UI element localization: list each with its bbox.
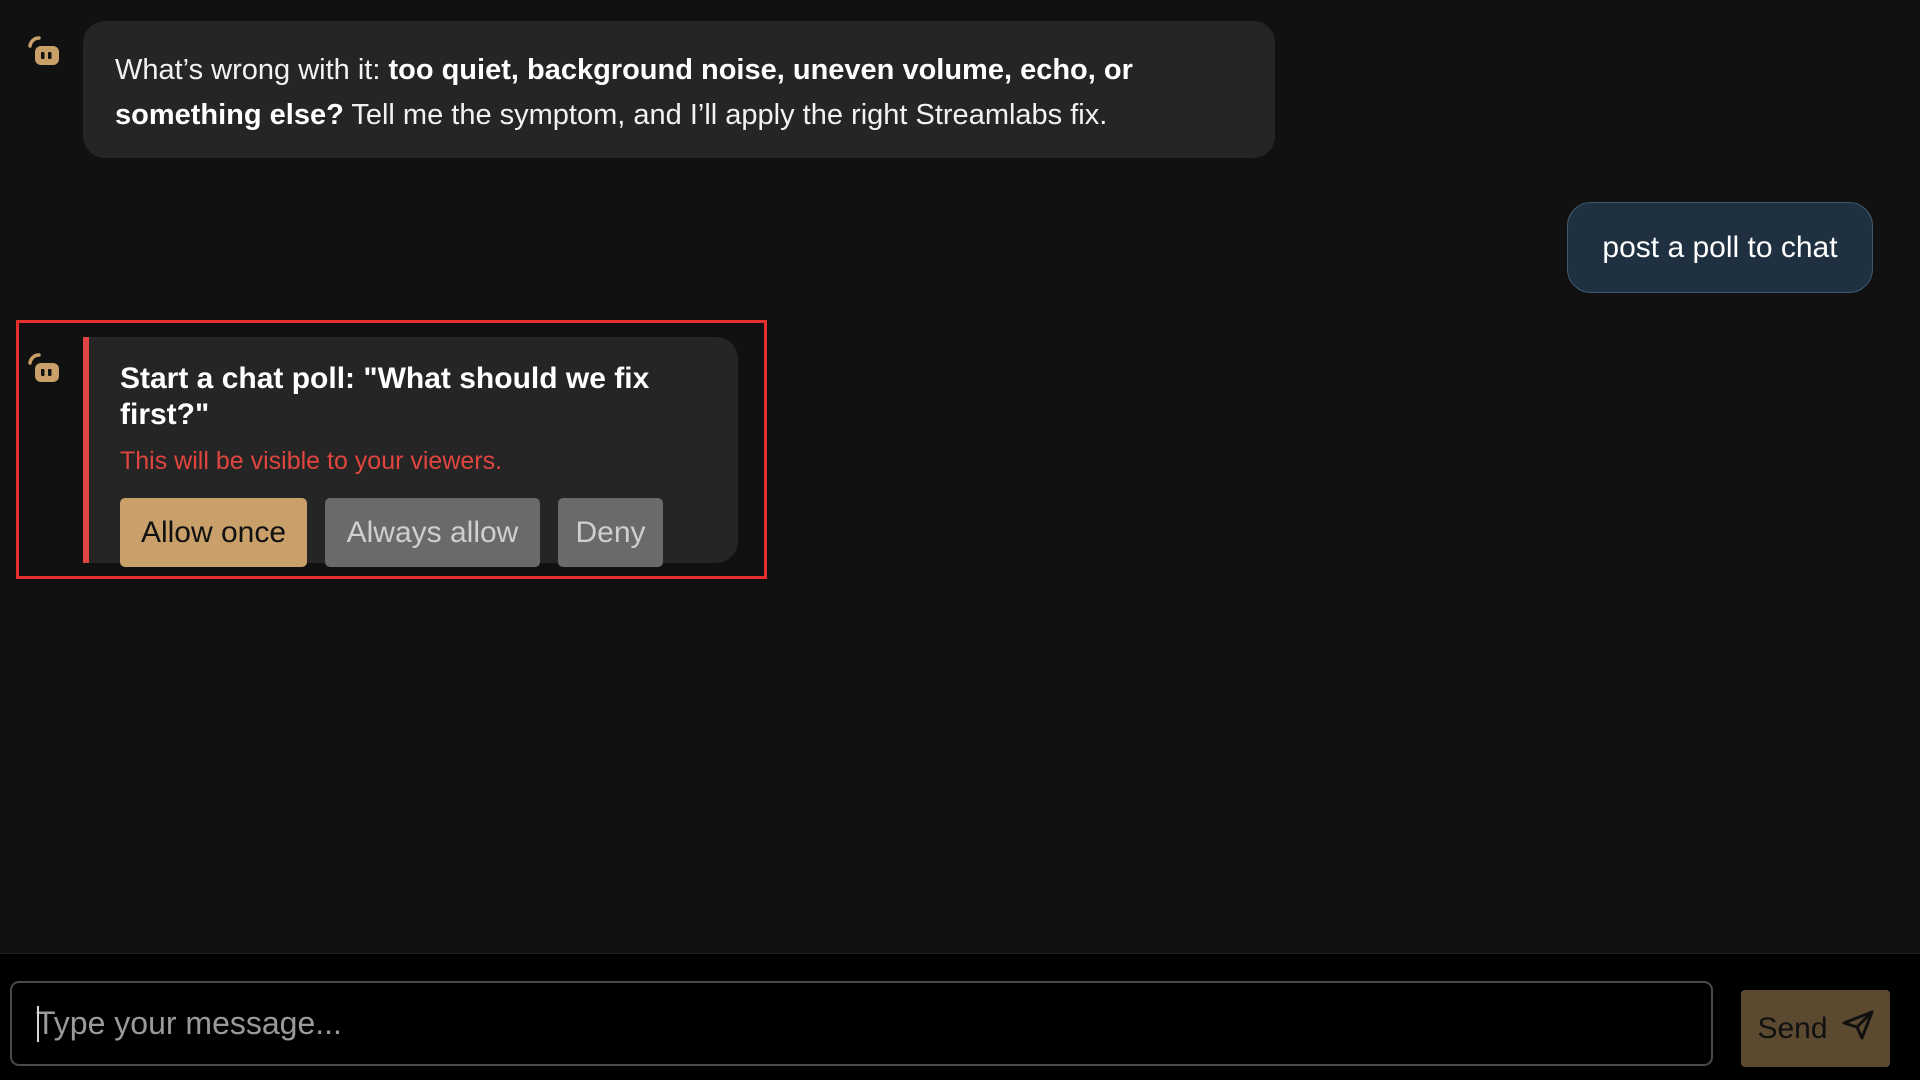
permission-title: Start a chat poll: "What should we fix f… [120,362,650,431]
chat-transcript: What’s wrong with it: too quiet, backgro… [0,0,1920,953]
user-message: post a poll to chat [1567,202,1873,293]
user-message-text: post a poll to chat [1602,230,1838,264]
bot-message: What’s wrong with it: too quiet, backgro… [83,21,1275,158]
permission-warning: This will be visible to your viewers. [120,447,503,475]
send-label: Send [1757,1011,1828,1045]
message-text: Tell me the symptom, and I’ll apply the … [343,99,1108,131]
deny-button[interactable]: Deny [558,498,663,567]
send-button[interactable]: Send [1741,990,1890,1067]
streamlabs-bot-icon [26,34,62,70]
streamlabs-bot-icon [26,351,62,387]
permission-request-card: Start a chat poll: "What should we fix f… [83,337,738,567]
paper-plane-icon [1842,1010,1874,1048]
message-text: What’s wrong with it: [115,54,389,86]
always-allow-button[interactable]: Always allow [325,498,540,567]
allow-once-button[interactable]: Allow once [120,498,307,567]
message-composer: Send [0,953,1920,1080]
message-input[interactable] [10,981,1713,1066]
permission-buttons: Allow once Always allow Deny [120,498,738,567]
text-cursor [37,1006,39,1042]
